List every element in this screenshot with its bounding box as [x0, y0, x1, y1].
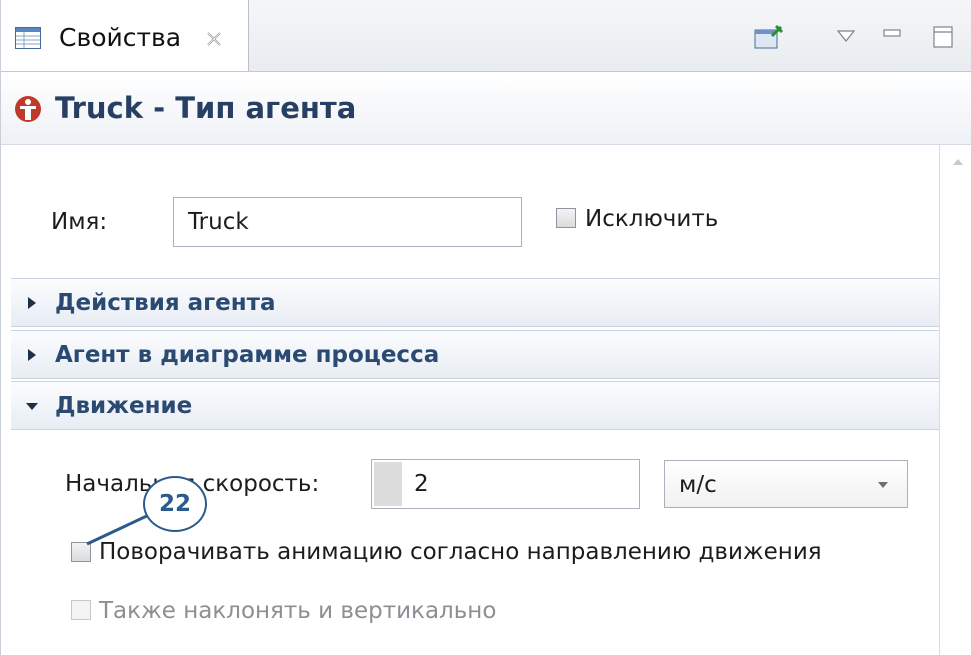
close-icon[interactable]: [205, 30, 223, 48]
properties-table-icon: [15, 27, 41, 49]
properties-header: Truck - Тип агента: [1, 72, 971, 145]
properties-view: Свойства Truck - Тип агента Имя: Truck И…: [0, 0, 971, 655]
section-agent-in-process-diagram[interactable]: Агент в диаграмме процесса: [11, 330, 939, 379]
exclude-label: Исключить: [585, 206, 719, 232]
maximize-icon[interactable]: [933, 26, 953, 48]
initial-speed-value: 2: [414, 471, 429, 497]
minimize-icon[interactable]: [883, 28, 901, 40]
section-movement[interactable]: Движение: [11, 381, 939, 430]
pin-icon[interactable]: [754, 24, 784, 50]
warning-icon: [15, 96, 41, 122]
scrollbar-track[interactable]: [939, 145, 940, 655]
initial-speed-field[interactable]: 2: [371, 459, 640, 509]
value-editor-handle[interactable]: [374, 462, 402, 506]
tab-properties[interactable]: Свойства: [1, 0, 249, 71]
name-label: Имя:: [51, 209, 108, 235]
scroll-up-icon[interactable]: [950, 155, 966, 169]
section-label: Движение: [55, 393, 193, 419]
chevron-right-icon: [28, 349, 36, 361]
rotate-animation-label: Поворачивать анимацию согласно направлен…: [99, 539, 822, 565]
chevron-down-icon: [878, 482, 888, 488]
chevron-right-icon: [28, 297, 36, 309]
page-title: Truck - Тип агента: [55, 91, 357, 125]
section-label: Агент в диаграмме процесса: [55, 342, 440, 368]
tilt-vertically-checkbox[interactable]: [71, 600, 91, 620]
section-agent-actions[interactable]: Действия агента: [11, 278, 939, 327]
chevron-down-icon: [26, 403, 38, 410]
exclude-checkbox[interactable]: [556, 208, 576, 228]
tab-label: Свойства: [59, 23, 182, 52]
tilt-vertically-label: Также наклонять и вертикально: [99, 598, 497, 624]
section-label: Действия агента: [55, 290, 276, 316]
callout-badge: 22: [143, 476, 207, 532]
name-field[interactable]: Truck: [173, 197, 522, 247]
speed-unit-select[interactable]: м/с: [664, 460, 908, 508]
view-tab-bar: Свойства: [1, 0, 971, 72]
speed-unit-value: м/с: [679, 472, 717, 498]
view-menu-icon[interactable]: [837, 30, 855, 42]
